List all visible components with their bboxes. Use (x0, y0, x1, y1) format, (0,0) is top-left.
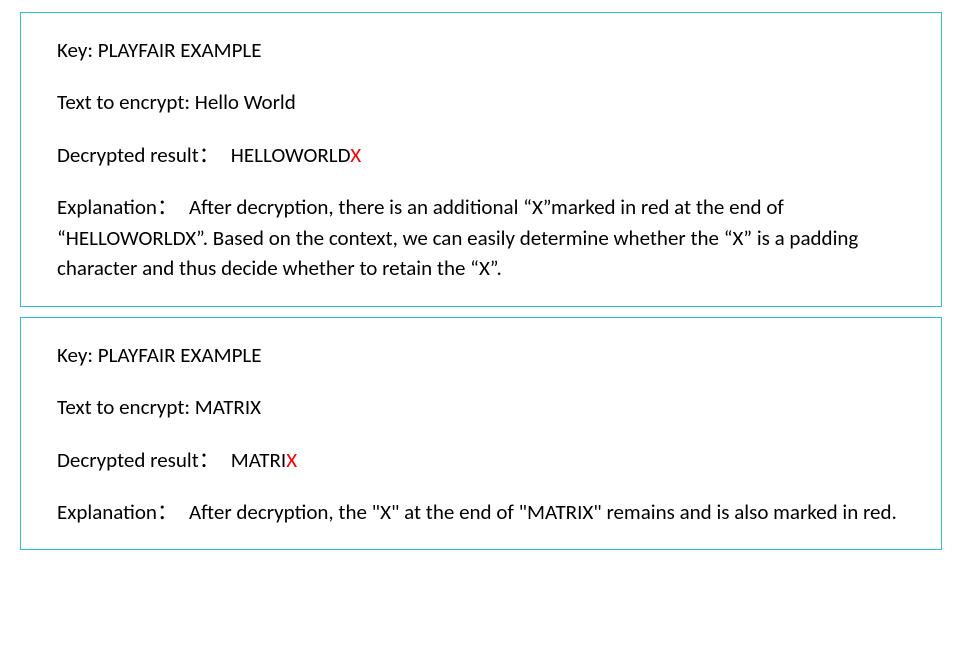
result-padding-x: X (286, 447, 297, 473)
decrypted-result-line: Decrypted result： HELLOWORLDX (57, 140, 905, 170)
text-to-encrypt-line: Text to encrypt: MATRIX (57, 392, 905, 422)
explanation-text: After decryption, the "X" at the end of … (189, 499, 897, 525)
result-value: MATRI (231, 447, 286, 473)
explanation-label: Explanation： (57, 194, 183, 220)
text-value: MATRIX (195, 394, 261, 420)
text-label: Text to encrypt: (57, 89, 195, 115)
example-box-2: Key: PLAYFAIR EXAMPLE Text to encrypt: M… (20, 317, 942, 551)
key-value: PLAYFAIR EXAMPLE (98, 342, 262, 368)
example-box-1: Key: PLAYFAIR EXAMPLE Text to encrypt: H… (20, 12, 942, 307)
result-label: Decrypted result： (57, 447, 225, 473)
key-value: PLAYFAIR EXAMPLE (98, 37, 262, 63)
text-label: Text to encrypt: (57, 394, 195, 420)
explanation-line: Explanation： After decryption, the "X" a… (57, 497, 905, 527)
result-label: Decrypted result： (57, 142, 225, 168)
result-padding-x: X (350, 142, 361, 168)
text-to-encrypt-line: Text to encrypt: Hello World (57, 87, 905, 117)
key-line: Key: PLAYFAIR EXAMPLE (57, 340, 905, 370)
explanation-line: Explanation： After decryption, there is … (57, 192, 905, 283)
key-line: Key: PLAYFAIR EXAMPLE (57, 35, 905, 65)
text-value: Hello World (195, 89, 296, 115)
key-label: Key: (57, 342, 98, 368)
key-label: Key: (57, 37, 98, 63)
result-value: HELLOWORLD (231, 142, 350, 168)
decrypted-result-line: Decrypted result： MATRIX (57, 445, 905, 475)
explanation-label: Explanation： (57, 499, 183, 525)
